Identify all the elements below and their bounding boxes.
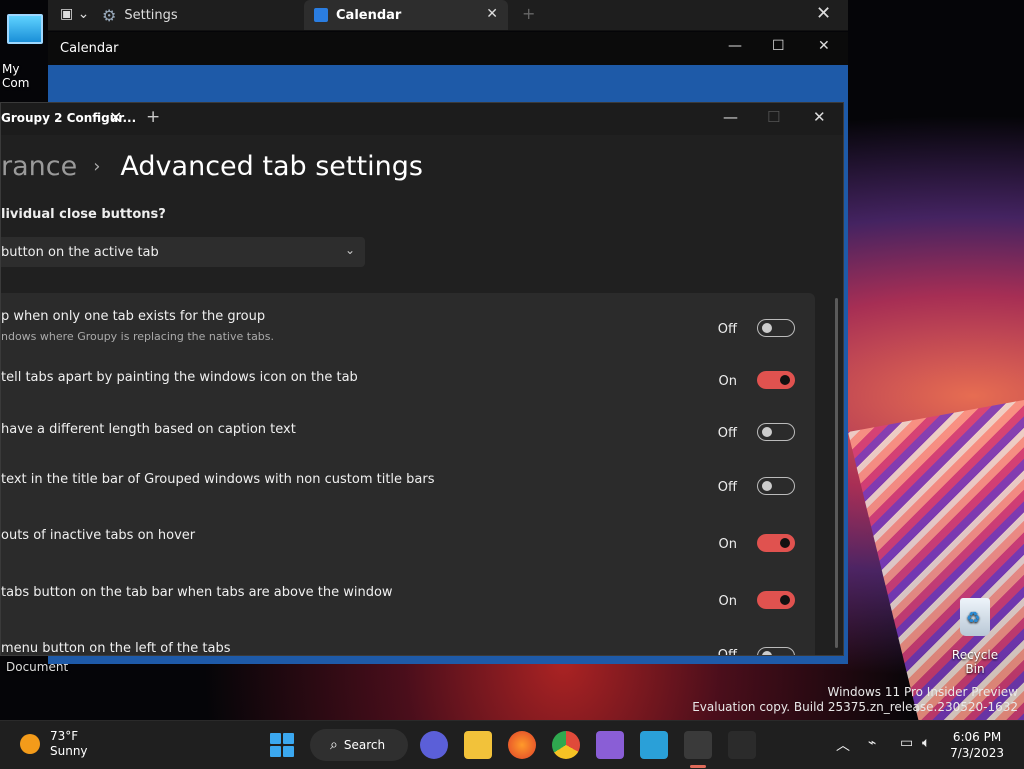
setting-description: ndows where Groupy is replacing the nati… <box>1 330 275 343</box>
config-close-icon[interactable]: ✕ <box>813 108 826 126</box>
windows-watermark: Windows 11 Pro Insider Preview Evaluatio… <box>692 685 1018 715</box>
volume-icon[interactable]: 🔈︎ <box>922 735 930 751</box>
close-buttons-question: lividual close buttons? <box>1 207 166 222</box>
config-tab-close-icon[interactable]: ✕ <box>109 108 122 127</box>
weather-widget[interactable]: 73°F Sunny <box>20 729 88 759</box>
calendar-window-title: Calendar <box>60 41 119 56</box>
setting-state: Off <box>707 648 737 655</box>
setting-label: tabs button on the tab bar when tabs are… <box>1 585 393 600</box>
clock-date: 7/3/2023 <box>950 746 1004 760</box>
config-title-bar: Groupy 2 Configur... ✕ + — ☐ ✕ <box>1 103 843 135</box>
search-label: Search <box>343 738 386 752</box>
chevron-down-icon: ⌄ <box>344 243 355 257</box>
gear-icon: ⚙ <box>102 5 117 25</box>
setting-state: Off <box>717 322 737 337</box>
dev-app-icon[interactable] <box>640 731 668 759</box>
display-icon[interactable]: ▭ <box>900 735 913 751</box>
firefox-icon[interactable] <box>508 731 536 759</box>
recycle-bin-icon: ♻ <box>960 598 990 636</box>
recycle-bin-label: Recycle Bin <box>951 648 999 676</box>
tab-calendar[interactable]: Calendar ✕ <box>304 0 508 30</box>
pc-icon-label: My Com <box>2 62 30 90</box>
network-icon[interactable]: ⌁ <box>868 735 876 751</box>
group-menu-icon[interactable]: ▣ ⌄ <box>60 6 89 22</box>
groupy-tab-bar: ▣ ⌄ ⚙ Settings Calendar ✕ + ✕ <box>48 0 848 31</box>
monitor-icon <box>7 14 43 44</box>
calendar-icon <box>314 8 328 22</box>
breadcrumb-chevron-icon: › <box>93 156 101 177</box>
new-tab-plus-icon[interactable]: + <box>522 4 535 23</box>
weather-temp: 73°F <box>50 729 79 743</box>
tab-settings-label: Settings <box>124 7 178 23</box>
config-new-tab-icon[interactable]: + <box>146 107 160 127</box>
config-minimize-icon[interactable]: — <box>723 108 738 126</box>
file-explorer-icon[interactable] <box>464 731 492 759</box>
search-icon: ⌕ <box>330 737 338 753</box>
setting-label: menu button on the left of the tabs <box>1 641 231 655</box>
setting-state: Off <box>717 480 737 495</box>
group-close-icon[interactable]: ✕ <box>816 3 831 24</box>
tab-calendar-close-icon[interactable]: ✕ <box>486 6 498 22</box>
watermark-line-1: Windows 11 Pro Insider Preview <box>827 685 1018 699</box>
settings-scrollbar[interactable] <box>835 298 838 648</box>
setting-toggle[interactable] <box>757 647 795 655</box>
this-pc-desktop-icon[interactable]: My Com <box>0 10 50 90</box>
close-buttons-dropdown[interactable]: button on the active tab ⌄ <box>1 237 365 267</box>
taskbar-clock[interactable]: 6:06 PM 7/3/2023 <box>950 729 1004 761</box>
groupy-config-window: Groupy 2 Configur... ✕ + — ☐ ✕ rance › A… <box>0 102 844 656</box>
setting-toggle[interactable] <box>757 477 795 495</box>
setting-toggle[interactable] <box>757 371 795 389</box>
recycle-bin-desktop-icon[interactable]: ♻ Recycle Bin <box>944 598 1006 676</box>
meet-app-icon[interactable] <box>420 731 448 759</box>
dropdown-value: button on the active tab <box>1 244 159 260</box>
tab-calendar-label: Calendar <box>336 7 402 23</box>
setting-state: On <box>718 537 737 552</box>
setting-label: outs of inactive tabs on hover <box>1 528 196 543</box>
setting-label: have a different length based on caption… <box>1 422 296 437</box>
calendar-maximize-icon[interactable]: ☐ <box>772 38 785 54</box>
settings-app-icon[interactable] <box>728 731 756 759</box>
breadcrumb-parent-link[interactable]: rance <box>1 151 77 182</box>
breadcrumb: rance › Advanced tab settings <box>1 151 423 182</box>
taskbar-search[interactable]: ⌕ Search <box>310 729 408 761</box>
weather-desc: Sunny <box>50 744 88 758</box>
calendar-minimize-icon[interactable]: — <box>728 38 742 54</box>
sun-icon <box>20 734 40 754</box>
setting-toggle[interactable] <box>757 591 795 609</box>
chevron-up-icon[interactable]: ︿ <box>836 735 850 755</box>
setting-state: Off <box>717 426 737 441</box>
calendar-title-bar: Calendar — ☐ ✕ <box>48 32 848 65</box>
clock-time: 6:06 PM <box>952 730 1002 744</box>
setting-label: text in the title bar of Grouped windows… <box>1 472 435 487</box>
setting-label: tell tabs apart by painting the windows … <box>1 370 358 385</box>
setting-label: p when only one tab exists for the group <box>1 309 266 324</box>
config-maximize-icon: ☐ <box>767 108 781 126</box>
setting-toggle[interactable] <box>757 423 795 441</box>
setting-toggle[interactable] <box>757 534 795 552</box>
visual-studio-icon[interactable] <box>596 731 624 759</box>
watermark-line-2: Evaluation copy. Build 25375.zn_release.… <box>692 700 1018 714</box>
setting-toggle[interactable] <box>757 319 795 337</box>
page-title: Advanced tab settings <box>120 151 423 182</box>
start-button[interactable] <box>270 733 294 757</box>
groupy-tab-group-icon[interactable] <box>684 731 712 759</box>
tab-settings[interactable]: ⚙ Settings <box>102 0 302 30</box>
setting-state: On <box>718 594 737 609</box>
calendar-close-icon[interactable]: ✕ <box>818 38 830 54</box>
chrome-icon[interactable] <box>552 731 580 759</box>
setting-state: On <box>718 374 737 389</box>
settings-card: p when only one tab exists for the group… <box>1 293 815 655</box>
taskbar: 73°F Sunny ⌕ Search ︿ ⌁ ▭ 🔈︎ 6:06 PM 7/3… <box>0 720 1024 769</box>
